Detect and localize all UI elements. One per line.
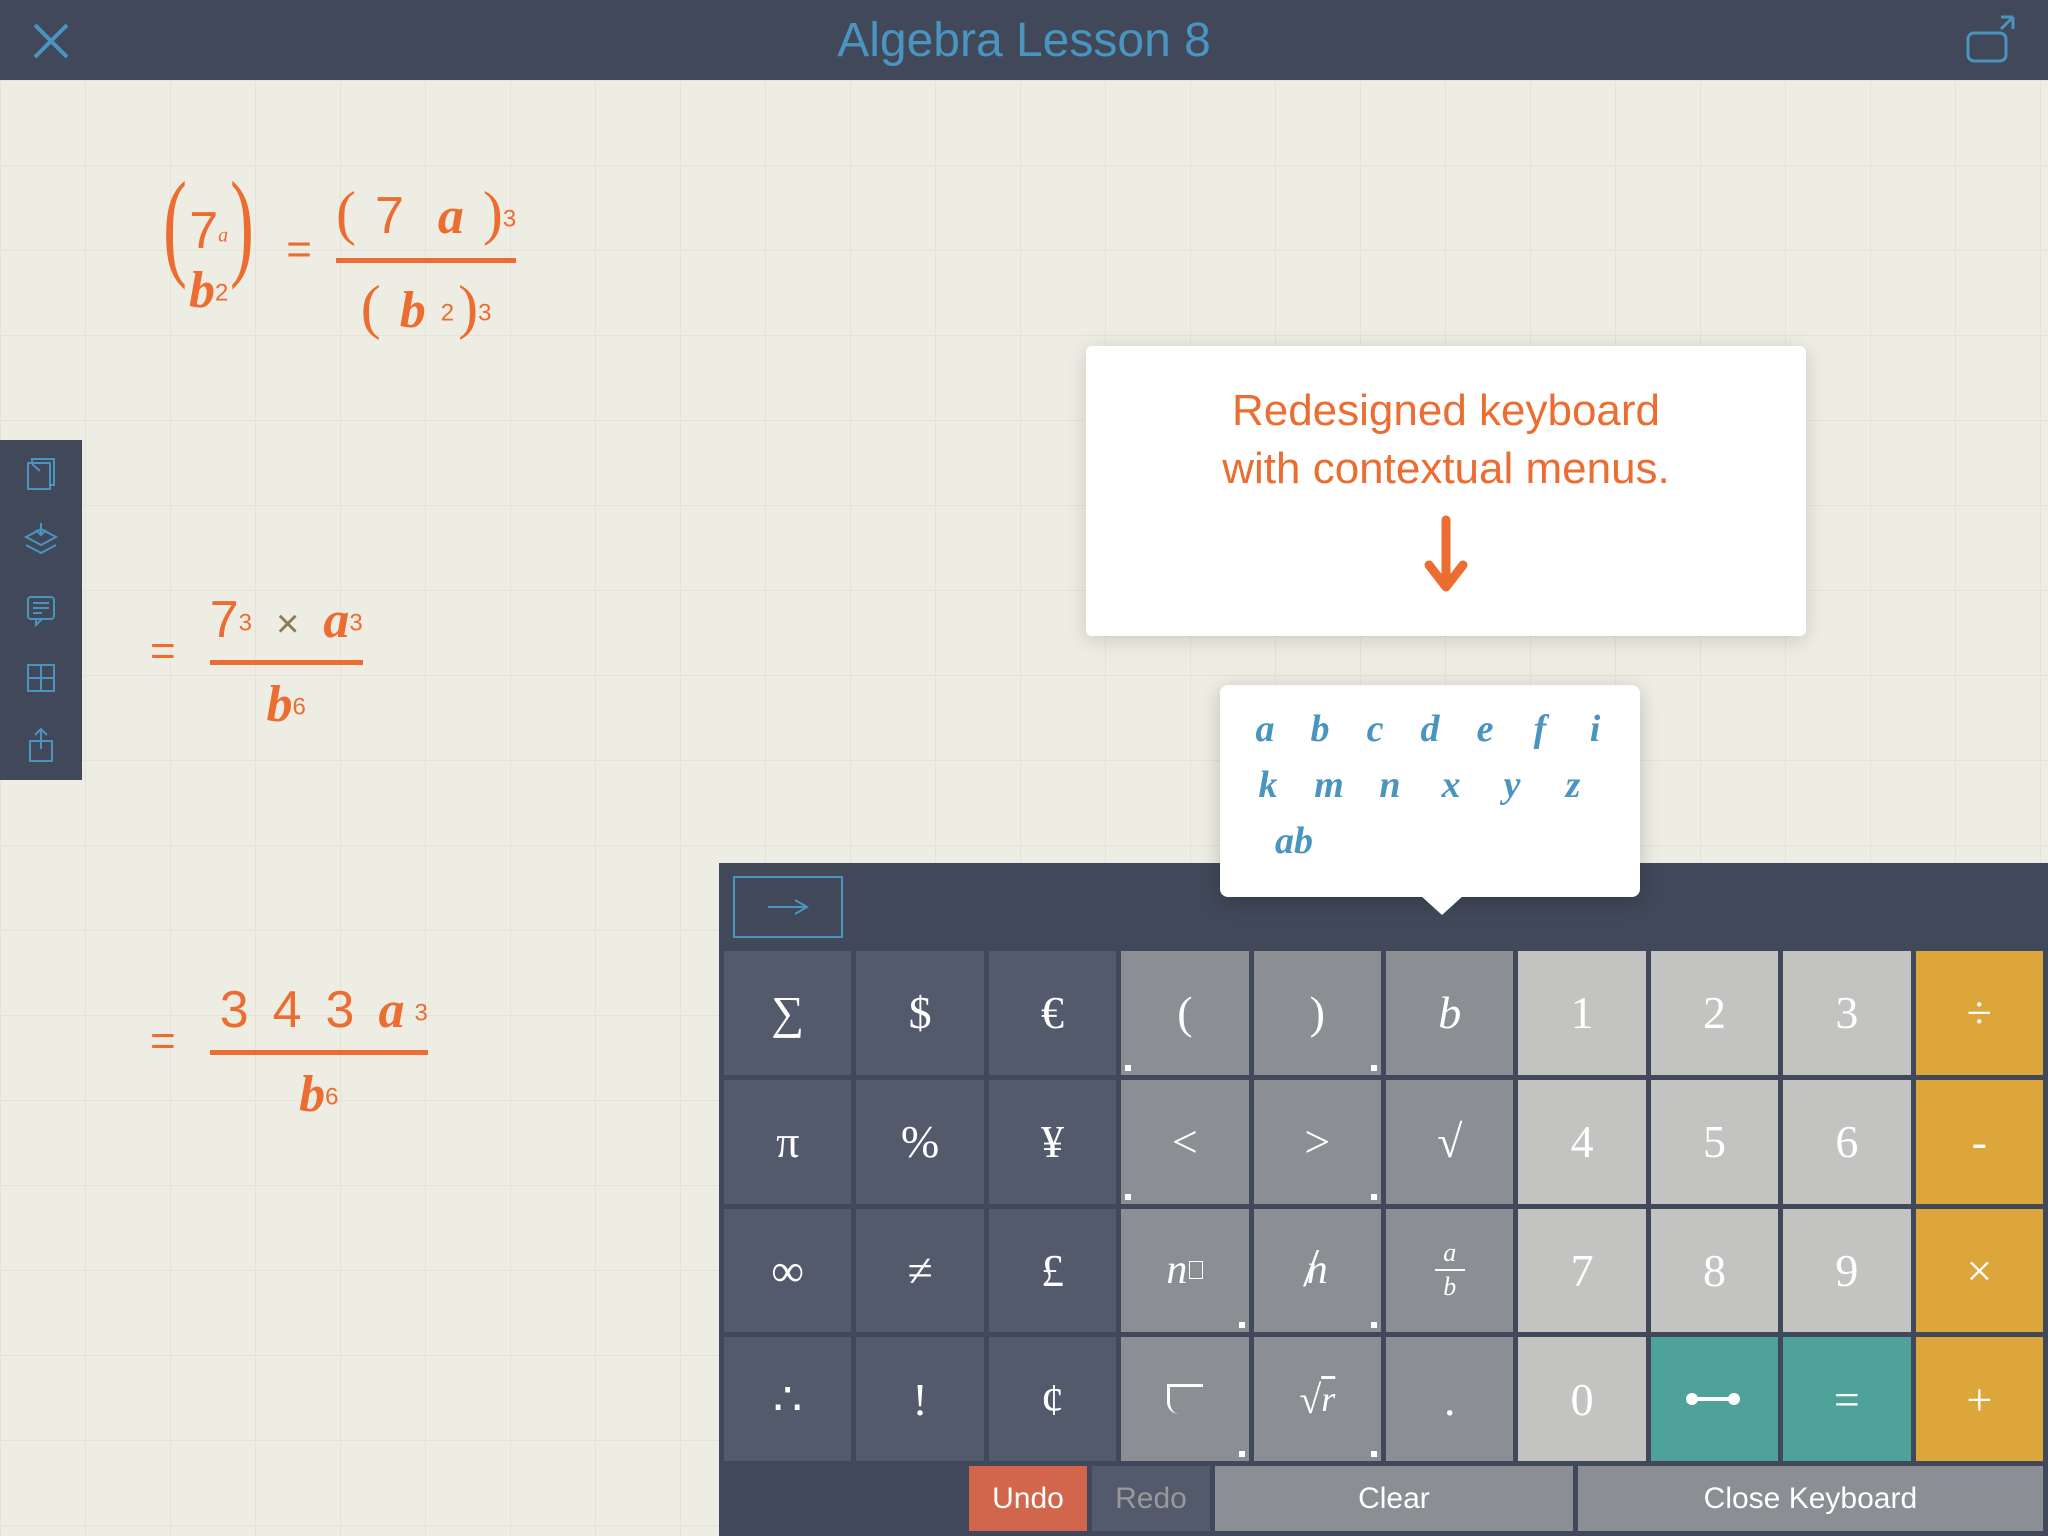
header: Algebra Lesson 8: [0, 0, 2048, 80]
key-0-7[interactable]: 2: [1651, 951, 1778, 1075]
var-z[interactable]: z: [1555, 763, 1591, 807]
close-icon[interactable]: [30, 20, 72, 67]
key-2-7[interactable]: 8: [1651, 1209, 1778, 1333]
arrow-right-key[interactable]: [733, 876, 843, 938]
key-0-9[interactable]: ÷: [1916, 951, 2043, 1075]
key-1-3[interactable]: <: [1121, 1080, 1248, 1204]
documents-icon[interactable]: [22, 455, 60, 493]
callout-line2: with contextual menus.: [1222, 444, 1670, 493]
key-3-3[interactable]: [1121, 1337, 1248, 1461]
arrow-down-icon: [1421, 515, 1471, 600]
key-0-8[interactable]: 3: [1783, 951, 1910, 1075]
key-3-6[interactable]: 0: [1518, 1337, 1645, 1461]
key-3-4[interactable]: √r: [1254, 1337, 1381, 1461]
toolbar: [0, 440, 82, 780]
key-1-1[interactable]: %: [856, 1080, 983, 1204]
var-n[interactable]: n: [1372, 763, 1408, 807]
grid-icon[interactable]: [22, 659, 60, 697]
callout: Redesigned keyboard with contextual menu…: [1086, 346, 1806, 636]
key-3-2[interactable]: ¢: [989, 1337, 1116, 1461]
key-3-1[interactable]: !: [856, 1337, 983, 1461]
share-icon[interactable]: [22, 727, 60, 765]
key-3-0[interactable]: ∴: [724, 1337, 851, 1461]
expand-icon[interactable]: [1963, 15, 2018, 75]
equation-3: = 3 4 3 a3 b6: [150, 980, 428, 1124]
key-1-8[interactable]: 6: [1783, 1080, 1910, 1204]
key-2-1[interactable]: ≠: [856, 1209, 983, 1333]
key-0-1[interactable]: $: [856, 951, 983, 1075]
key-2-3[interactable]: n: [1121, 1209, 1248, 1333]
equation-2: = 73 × a3 b6: [150, 590, 363, 734]
var-d[interactable]: d: [1415, 707, 1445, 751]
variable-popup: abcdefi kmnxyz ab: [1220, 685, 1640, 897]
close-keyboard-button[interactable]: Close Keyboard: [1578, 1466, 2043, 1531]
clear-button[interactable]: Clear: [1215, 1466, 1573, 1531]
key-0-4[interactable]: ): [1254, 951, 1381, 1075]
page-title: Algebra Lesson 8: [837, 13, 1211, 68]
key-2-5[interactable]: ab: [1386, 1209, 1513, 1333]
key-1-7[interactable]: 5: [1651, 1080, 1778, 1204]
key-0-3[interactable]: (: [1121, 951, 1248, 1075]
var-e[interactable]: e: [1470, 707, 1500, 751]
var-b[interactable]: b: [1305, 707, 1335, 751]
var-a[interactable]: a: [1250, 707, 1280, 751]
callout-line1: Redesigned keyboard: [1232, 386, 1660, 435]
var-x[interactable]: x: [1433, 763, 1469, 807]
key-2-8[interactable]: 9: [1783, 1209, 1910, 1333]
note-icon[interactable]: [22, 591, 60, 629]
var-f[interactable]: f: [1525, 707, 1555, 751]
key-1-6[interactable]: 4: [1518, 1080, 1645, 1204]
key-2-9[interactable]: ×: [1916, 1209, 2043, 1333]
key-0-0[interactable]: ∑: [724, 951, 851, 1075]
key-1-4[interactable]: >: [1254, 1080, 1381, 1204]
key-2-4[interactable]: n̸: [1254, 1209, 1381, 1333]
key-2-6[interactable]: 7: [1518, 1209, 1645, 1333]
var-c[interactable]: c: [1360, 707, 1390, 751]
var-ab[interactable]: ab: [1275, 819, 1313, 863]
key-1-2[interactable]: ¥: [989, 1080, 1116, 1204]
key-1-0[interactable]: π: [724, 1080, 851, 1204]
key-1-5[interactable]: √: [1386, 1080, 1513, 1204]
var-i[interactable]: i: [1580, 707, 1610, 751]
redo-button[interactable]: Redo: [1092, 1466, 1210, 1531]
equation-1: ( 7a b2 ) = ( 7 a )3 ( b2 )3: [155, 155, 516, 342]
key-3-8[interactable]: =: [1783, 1337, 1910, 1461]
key-2-0[interactable]: ∞: [724, 1209, 851, 1333]
key-3-9[interactable]: +: [1916, 1337, 2043, 1461]
key-3-5[interactable]: .: [1386, 1337, 1513, 1461]
key-1-9[interactable]: -: [1916, 1080, 2043, 1204]
undo-button[interactable]: Undo: [969, 1466, 1087, 1531]
key-3-7[interactable]: [1651, 1337, 1778, 1461]
key-0-5[interactable]: b: [1386, 951, 1513, 1075]
layers-icon[interactable]: [22, 523, 60, 561]
var-m[interactable]: m: [1311, 763, 1347, 807]
keyboard: ∑$€()b123÷ π%¥<>√456- ∞≠£nn̸ab789× ∴!¢ √r.0 =…: [719, 863, 2048, 1536]
key-0-6[interactable]: 1: [1518, 951, 1645, 1075]
var-k[interactable]: k: [1250, 763, 1286, 807]
key-0-2[interactable]: €: [989, 951, 1116, 1075]
key-2-2[interactable]: £: [989, 1209, 1116, 1333]
var-y[interactable]: y: [1494, 763, 1530, 807]
